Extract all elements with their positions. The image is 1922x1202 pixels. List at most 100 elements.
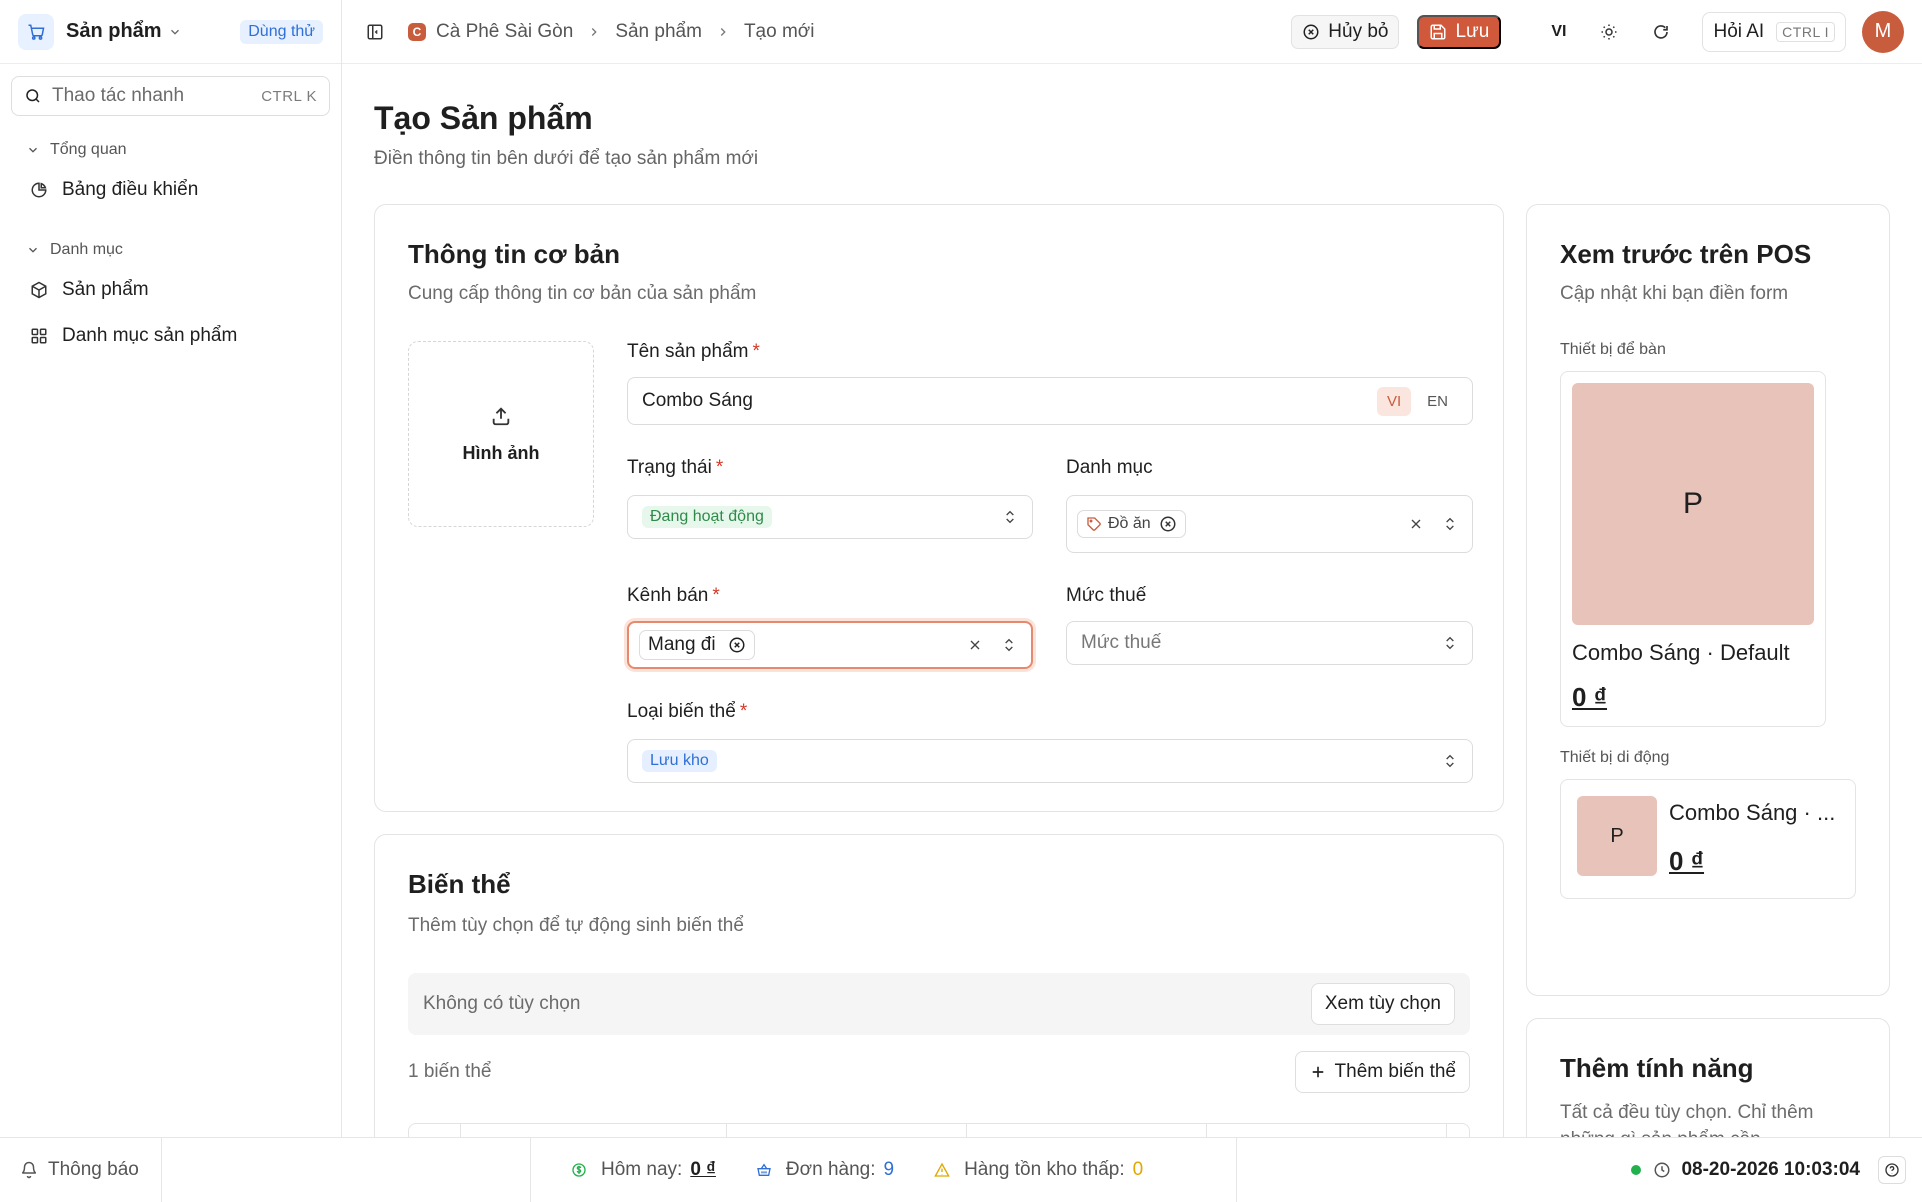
breadcrumb-store[interactable]: Cà Phê Sài Gòn <box>436 21 573 43</box>
sidebar-item-products[interactable]: Sản phẩm <box>0 270 341 310</box>
breadcrumb: C Cà Phê Sài Gòn Sản phẩm Tạo mới <box>408 21 814 43</box>
avatar[interactable]: M <box>1862 10 1904 53</box>
variant-type-select[interactable]: Lưu kho <box>627 739 1473 783</box>
chevron-down-icon[interactable] <box>168 25 182 39</box>
close-circle-icon <box>1302 23 1320 41</box>
product-name-input[interactable]: Combo Sáng VI EN <box>627 377 1473 425</box>
status-badge: Đang hoạt động <box>642 506 772 528</box>
trial-badge[interactable]: Dùng thử <box>240 19 323 44</box>
status-bar: Thông báo Hôm nay: 0 ₫ Đơn hàng: 9 Hàng … <box>0 1137 1922 1202</box>
image-upload[interactable]: Hình ảnh <box>408 341 594 527</box>
clear-icon[interactable] <box>967 637 983 653</box>
mobile-product-price: 0 ₫ <box>1669 846 1705 876</box>
section-catalog[interactable]: Danh mục <box>0 236 341 264</box>
tag-icon <box>1086 516 1102 532</box>
desktop-preview: P Combo Sáng · Default 0 ₫ <box>1560 371 1826 727</box>
card-subtitle: Tất cả đều tùy chọn. Chỉ thêm những gì s… <box>1560 1102 1814 1137</box>
section-overview[interactable]: Tổng quan <box>0 136 341 164</box>
sales-channel-select[interactable]: Mang đi <box>627 621 1033 669</box>
save-button[interactable]: Lưu <box>1417 14 1502 49</box>
sidebar: Sản phẩm Dùng thử Thao tác nhanh CTRL K … <box>0 0 342 1137</box>
cart-icon[interactable] <box>18 13 54 50</box>
low-stock-label: Hàng tồn kho thấp: <box>964 1159 1125 1180</box>
sidebar-toggle-icon[interactable] <box>366 23 384 41</box>
variant-count: 1 biến thể <box>408 1061 492 1082</box>
variant-count-row: 1 biến thể Thêm biến thể <box>408 1051 1470 1093</box>
name-label: Tên sản phẩm * <box>627 341 760 362</box>
datetime: 08-20-2026 10:03:04 <box>1681 1159 1860 1180</box>
language-switcher[interactable]: VI <box>1551 23 1566 41</box>
remove-chip-icon[interactable] <box>1159 515 1177 533</box>
pie-chart-icon <box>30 181 48 199</box>
cancel-label: Hủy bỏ <box>1328 20 1389 42</box>
low-stock[interactable]: Hàng tồn kho thấp: 0 <box>934 1159 1143 1181</box>
product-name-value: Combo Sáng <box>642 390 753 411</box>
ask-ai-button[interactable]: Hỏi AI CTRL I <box>1702 11 1846 52</box>
tax-label: Mức thuế <box>1066 585 1147 606</box>
table-column <box>461 1124 727 1137</box>
lang-vi-tab[interactable]: VI <box>1376 386 1412 416</box>
card-subtitle: Cập nhật khi bạn điền form <box>1560 283 1789 304</box>
channel-chip: Mang đi <box>639 630 755 660</box>
remove-chip-icon[interactable] <box>728 636 746 654</box>
chevron-up-down-icon[interactable] <box>1001 637 1017 653</box>
chevron-up-down-icon[interactable] <box>1442 516 1458 532</box>
card-subtitle: Cung cấp thông tin cơ bản của sản phẩm <box>408 283 757 304</box>
card-title: Xem trước trên POS <box>1560 239 1812 269</box>
refresh-icon[interactable] <box>1652 23 1670 41</box>
sidebar-item-product-categories[interactable]: Danh mục sản phẩm <box>0 316 341 356</box>
clear-icon[interactable] <box>1408 516 1424 532</box>
variants-table-header <box>408 1123 1470 1137</box>
dollar-icon <box>571 1162 587 1178</box>
card-title: Biến thể <box>408 869 511 899</box>
breadcrumb-products[interactable]: Sản phẩm <box>615 21 702 43</box>
low-stock-value: 0 <box>1132 1159 1144 1180</box>
sidebar-item-dashboard[interactable]: Bảng điều khiển <box>0 170 341 210</box>
quick-action-search[interactable]: Thao tác nhanh CTRL K <box>11 76 330 116</box>
notifications-label: Thông báo <box>48 1159 139 1180</box>
help-icon[interactable] <box>1878 1156 1906 1184</box>
breadcrumb-current: Tạo mới <box>743 20 815 42</box>
table-select-column[interactable] <box>409 1124 461 1137</box>
ask-ai-shortcut: CTRL I <box>1776 21 1835 42</box>
channel-label: Kênh bán * <box>627 585 720 606</box>
sidebar-item-label: Sản phẩm <box>62 279 149 300</box>
sidebar-item-label: Bảng điều khiển <box>62 179 199 200</box>
variant-type-badge: Lưu kho <box>642 750 717 772</box>
category-select[interactable]: Đồ ăn <box>1066 495 1473 553</box>
lang-en-tab[interactable]: EN <box>1417 387 1458 416</box>
basic-info-card: Thông tin cơ bản Cung cấp thông tin cơ b… <box>374 204 1504 812</box>
status-label: Trạng thái * <box>627 457 724 478</box>
chevron-down-icon <box>26 243 40 257</box>
today-revenue[interactable]: Hôm nay: 0 ₫ <box>571 1159 716 1181</box>
orders-value: 9 <box>883 1159 895 1180</box>
online-status-dot <box>1631 1165 1642 1175</box>
card-subtitle: Thêm tùy chọn để tự động sinh biến thể <box>408 915 744 936</box>
grid-icon <box>30 327 48 345</box>
category-label: Danh mục <box>1066 457 1153 478</box>
table-column <box>967 1124 1207 1137</box>
desktop-preview-label: Thiết bị để bàn <box>1560 341 1666 358</box>
options-bar: Không có tùy chọn Xem tùy chọn <box>408 973 1470 1035</box>
clock-icon <box>1653 1161 1671 1179</box>
cancel-button[interactable]: Hủy bỏ <box>1291 14 1400 49</box>
top-bar: C Cà Phê Sài Gòn Sản phẩm Tạo mới Hủy bỏ… <box>342 0 1922 64</box>
warning-icon <box>934 1162 950 1178</box>
variants-card: Biến thể Thêm tùy chọn để tự động sinh b… <box>374 834 1504 1137</box>
add-variant-label: Thêm biến thể <box>1334 1061 1456 1082</box>
sun-icon[interactable] <box>1600 23 1618 41</box>
add-variant-button[interactable]: Thêm biến thể <box>1294 1051 1470 1093</box>
name-language-toggle: VI EN <box>1376 386 1458 416</box>
view-options-button[interactable]: Xem tùy chọn <box>1310 983 1455 1025</box>
category-controls <box>1408 516 1458 532</box>
notifications-button[interactable]: Thông báo <box>0 1138 162 1202</box>
app-switcher[interactable]: Sản phẩm <box>66 20 162 43</box>
chevron-right-icon <box>587 25 601 39</box>
main-content: Tạo Sản phẩm Điền thông tin bên dưới để … <box>342 64 1922 1137</box>
box-icon <box>30 281 48 299</box>
top-bar-actions: Hủy bỏ Lưu VI Hỏi AI CTRL I M <box>1291 10 1904 53</box>
orders-count[interactable]: Đơn hàng: 9 <box>756 1159 894 1181</box>
product-tile: P <box>1577 796 1657 876</box>
tax-select[interactable]: Mức thuế <box>1066 621 1473 665</box>
status-select[interactable]: Đang hoạt động <box>627 495 1033 539</box>
